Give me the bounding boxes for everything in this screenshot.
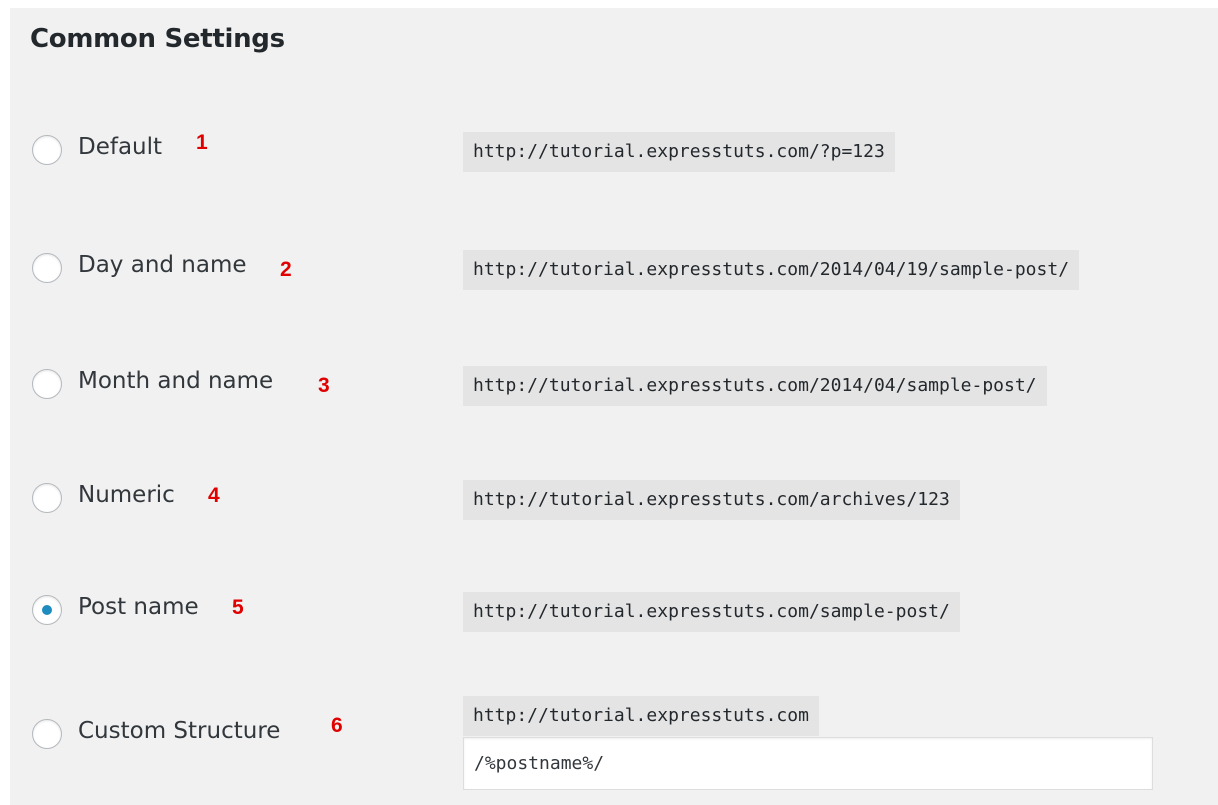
option-label-month-and-name[interactable]: Month and name bbox=[78, 368, 273, 394]
permalink-example-post-name: http://tutorial.expresstuts.com/sample-p… bbox=[463, 592, 960, 632]
option-label-custom-structure[interactable]: Custom Structure bbox=[78, 718, 280, 744]
permalink-example-default: http://tutorial.expresstuts.com/?p=123 bbox=[463, 132, 895, 172]
radio-selected-dot bbox=[42, 605, 52, 615]
annotation-marker-1: 1 bbox=[196, 131, 208, 154]
option-default: Default 1 http://tutorial.expresstuts.co… bbox=[10, 120, 1218, 180]
option-label-numeric[interactable]: Numeric bbox=[78, 482, 175, 508]
permalink-example-day-and-name: http://tutorial.expresstuts.com/2014/04/… bbox=[463, 250, 1080, 290]
option-label-default[interactable]: Default bbox=[78, 134, 162, 160]
radio-month-and-name[interactable] bbox=[32, 369, 62, 399]
radio-numeric[interactable] bbox=[32, 483, 62, 513]
radio-day-and-name[interactable] bbox=[32, 253, 62, 283]
custom-structure-input[interactable] bbox=[463, 737, 1153, 790]
annotation-marker-2: 2 bbox=[280, 258, 292, 281]
permalink-settings-panel: Common Settings Default 1 http://tutoria… bbox=[10, 8, 1218, 805]
option-post-name: Post name 5 http://tutorial.expresstuts.… bbox=[10, 580, 1218, 640]
permalink-example-month-and-name: http://tutorial.expresstuts.com/2014/04/… bbox=[463, 366, 1047, 406]
annotation-marker-3: 3 bbox=[318, 374, 330, 397]
section-title: Common Settings bbox=[30, 24, 285, 54]
option-label-post-name[interactable]: Post name bbox=[78, 594, 199, 620]
permalink-example-numeric: http://tutorial.expresstuts.com/archives… bbox=[463, 480, 960, 520]
permalink-base-url: http://tutorial.expresstuts.com bbox=[463, 696, 819, 736]
radio-custom-structure[interactable] bbox=[32, 719, 62, 749]
radio-post-name[interactable] bbox=[32, 595, 62, 625]
annotation-marker-5: 5 bbox=[232, 596, 244, 619]
option-numeric: Numeric 4 http://tutorial.expresstuts.co… bbox=[10, 468, 1218, 528]
option-label-day-and-name[interactable]: Day and name bbox=[78, 252, 247, 278]
radio-default[interactable] bbox=[32, 135, 62, 165]
annotation-marker-6: 6 bbox=[331, 714, 343, 737]
option-day-and-name: Day and name 2 http://tutorial.expresstu… bbox=[10, 238, 1218, 298]
annotation-marker-4: 4 bbox=[208, 484, 220, 507]
option-month-and-name: Month and name 3 http://tutorial.express… bbox=[10, 354, 1218, 414]
